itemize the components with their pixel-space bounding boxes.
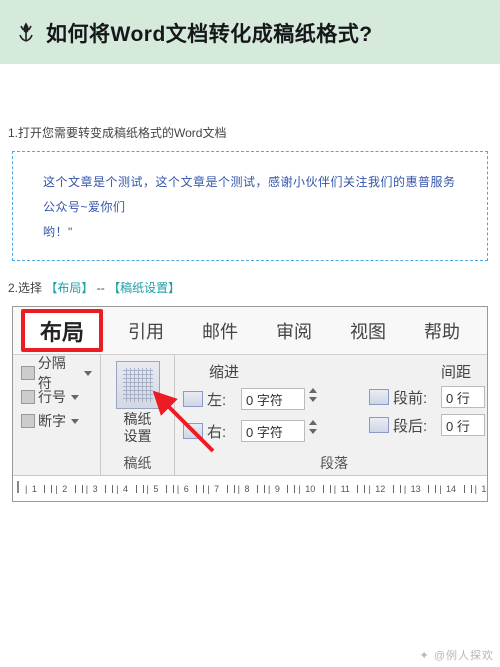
- indent-right-icon: [183, 423, 203, 439]
- step-2: 2.选择 【布局】 -- 【稿纸设置】 布局 引用 邮件 审阅 视图 帮助: [8, 279, 492, 502]
- indent-right-row: 右: 0 字符: [183, 418, 363, 444]
- indent-right-input[interactable]: 0 字符: [241, 420, 305, 442]
- manuscript-grid-icon: [116, 361, 160, 409]
- spacing-before-input[interactable]: 0 行: [441, 386, 485, 408]
- tab-review[interactable]: 审阅: [257, 307, 331, 354]
- spacing-before-label: 段前:: [393, 387, 437, 408]
- step2-dash: --: [97, 281, 105, 295]
- word-ribbon-screenshot: 布局 引用 邮件 审阅 视图 帮助 分隔符: [12, 306, 488, 502]
- step2-keyword-gaozhi: 【稿纸设置】: [108, 281, 180, 295]
- group-paragraph: 缩进 间距 左: 0 字符: [175, 355, 487, 475]
- gaozhi-setting-button[interactable]: 稿纸 设置: [116, 361, 160, 445]
- ribbon-body: 分隔符 行号 断字: [13, 355, 487, 475]
- indent-left-input[interactable]: 0 字符: [241, 388, 305, 410]
- group-gaozhi-label: 稿纸: [124, 451, 152, 473]
- spacing-header: 间距: [355, 361, 485, 382]
- gaozhi-caption-1: 稿纸: [116, 411, 160, 428]
- indent-left-icon: [183, 391, 203, 407]
- hyphenation-icon: [21, 414, 35, 428]
- line-numbers-icon: [21, 390, 35, 404]
- tab-mailings[interactable]: 邮件: [183, 307, 257, 354]
- line-numbers-button[interactable]: 行号: [21, 385, 92, 409]
- ruler-ticks: | 1 | 2 | 3 | 4 | 5 | 6 | 7 | 8 | 9 | 10…: [25, 484, 487, 494]
- ruler-indent-marker[interactable]: [17, 481, 19, 493]
- breaks-icon: [21, 366, 35, 380]
- indent-left-row: 左: 0 字符: [183, 386, 363, 412]
- paragraph-headers: 缩进 间距: [183, 361, 485, 382]
- step-2-title: 2.选择 【布局】 -- 【稿纸设置】: [8, 279, 492, 296]
- spacing-after-label: 段后:: [393, 415, 437, 436]
- spinner-up-icon: [309, 388, 317, 393]
- gaozhi-caption-2: 设置: [116, 428, 160, 445]
- word-document-preview: 这个文章是个测试，这个文章是个测试，感谢小伙伴们关注我们的惠普服务公众号~爱你们…: [12, 151, 488, 261]
- chevron-down-icon: [71, 395, 79, 400]
- step-1-title: 1.打开您需要转变成稿纸格式的Word文档: [8, 124, 492, 141]
- page-title: 如何将Word文档转化成稿纸格式?: [46, 18, 373, 48]
- indent-header: 缩进: [183, 361, 253, 382]
- hyphenation-label: 断字: [38, 411, 66, 431]
- breaks-button[interactable]: 分隔符: [21, 361, 92, 385]
- ribbon-tabs: 布局 引用 邮件 审阅 视图 帮助: [13, 307, 487, 355]
- spacing-before-row: 段前: 0 行: [369, 386, 485, 408]
- doc-line-1: 这个文章是个测试，这个文章是个测试，感谢小伙伴们关注我们的惠普服务公众号~爱你们: [43, 170, 457, 220]
- indent-right-spinner[interactable]: [309, 420, 319, 442]
- step2-prefix: 2.选择: [8, 281, 42, 295]
- line-numbers-label: 行号: [38, 387, 66, 407]
- tab-references[interactable]: 引用: [109, 307, 183, 354]
- doc-line-2: 哟！": [43, 220, 457, 245]
- spacing-after-input[interactable]: 0 行: [441, 414, 485, 436]
- watermark: ✦ @例人探欢: [420, 647, 494, 663]
- spacing-after-row: 段后: 0 行: [369, 414, 485, 436]
- step2-keyword-layout: 【布局】: [45, 281, 93, 295]
- group-label-empty: [21, 471, 92, 473]
- tab-view[interactable]: 视图: [331, 307, 405, 354]
- tulip-icon: [14, 21, 38, 45]
- spinner-up-icon: [309, 420, 317, 425]
- spacing-after-icon: [369, 417, 389, 433]
- step-1: 1.打开您需要转变成稿纸格式的Word文档 这个文章是个测试，这个文章是个测试，…: [8, 124, 492, 261]
- indent-right-label: 右:: [207, 421, 237, 442]
- tab-layout-active[interactable]: 布局: [13, 307, 109, 354]
- document-sample-text: 这个文章是个测试，这个文章是个测试，感谢小伙伴们关注我们的惠普服务公众号~爱你们…: [43, 170, 457, 246]
- chevron-down-icon: [84, 371, 92, 376]
- hyphenation-button[interactable]: 断字: [21, 409, 92, 433]
- spinner-down-icon: [309, 397, 317, 402]
- page-header: 如何将Word文档转化成稿纸格式?: [0, 0, 500, 64]
- group-paragraph-label: 段落: [183, 451, 485, 473]
- indent-left-spinner[interactable]: [309, 388, 319, 410]
- spacing-before-icon: [369, 389, 389, 405]
- chevron-down-icon: [71, 419, 79, 424]
- word-ruler[interactable]: | 1 | 2 | 3 | 4 | 5 | 6 | 7 | 8 | 9 | 10…: [13, 475, 487, 501]
- indent-left-label: 左:: [207, 389, 237, 410]
- tab-layout-label: 布局: [40, 315, 84, 347]
- group-gaozhi: 稿纸 设置 稿纸: [101, 355, 175, 475]
- spinner-down-icon: [309, 429, 317, 434]
- tab-help[interactable]: 帮助: [405, 307, 479, 354]
- highlight-red-box: 布局: [21, 309, 103, 352]
- group-page-setup-right: 分隔符 行号 断字: [13, 355, 101, 475]
